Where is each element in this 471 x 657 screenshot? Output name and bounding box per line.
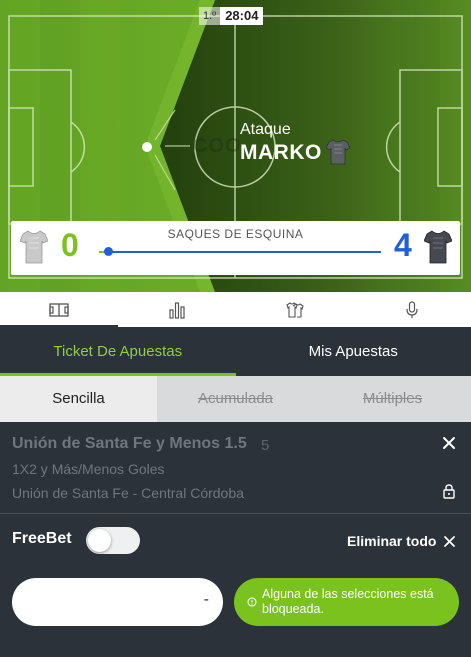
match-tracker: 1.º 28:04 COO Ataque MARKO 0 SAQUES DE E…	[0, 0, 471, 292]
ghost-team-text: COO	[193, 135, 242, 157]
remove-all-button[interactable]: Eliminar todo	[347, 533, 436, 549]
tab-commentary[interactable]	[353, 292, 471, 327]
tab-accumulator: Acumulada	[197, 390, 274, 407]
stat-bar-knob	[104, 247, 113, 256]
close-icon[interactable]	[443, 535, 456, 548]
pitch-icon	[49, 302, 69, 317]
stake-value: -	[203, 591, 209, 608]
selection-title: Unión de Santa Fe y Menos 1.5	[12, 435, 247, 452]
freebet-label: FreeBet	[12, 530, 72, 547]
ball-position-marker	[142, 142, 152, 152]
microphone-icon	[406, 300, 418, 318]
info-icon	[247, 597, 257, 607]
bet-type-tabs: Sencilla Acumulada Múltiples	[0, 376, 471, 422]
away-corners-value: 4	[394, 227, 412, 263]
tab-my-bets[interactable]: Mis Apuestas	[236, 327, 471, 376]
attack-label: Ataque	[240, 121, 291, 138]
away-shirt-icon	[326, 139, 350, 165]
tab-multiple: Múltiples	[362, 390, 423, 407]
locked-selection-warning: Alguna de las selecciones está bloqueada…	[234, 578, 459, 626]
away-stat-bar	[109, 251, 381, 253]
tab-single[interactable]: Sencilla	[0, 376, 157, 422]
freebet-toggle[interactable]	[86, 527, 140, 554]
remove-selection-close-icon[interactable]	[441, 435, 457, 451]
live-betting-screen: 1.º 28:04 COO Ataque MARKO 0 SAQUES DE E…	[0, 0, 471, 657]
match-period: 1.º	[199, 7, 221, 25]
corners-stat-card: 0 SAQUES DE ESQUINA 4	[11, 221, 460, 275]
toggle-knob	[88, 529, 111, 552]
tab-ticket[interactable]: Ticket De Apuestas	[0, 327, 236, 376]
bet-selection: Unión de Santa Fe y Menos 1.5 5 1X2 y Má…	[0, 422, 471, 514]
lock-icon	[443, 484, 455, 499]
warning-text: Alguna de las selecciones está bloqueada…	[262, 587, 434, 616]
tab-pitch[interactable]	[0, 292, 118, 327]
tracker-tabs	[0, 292, 471, 327]
away-shirt-icon	[424, 230, 452, 264]
selection-market: 1X2 y Más/Menos Goles	[12, 461, 165, 477]
attacking-team-name: MARKO	[240, 141, 322, 164]
tab-stats[interactable]	[118, 292, 236, 327]
stat-label: SAQUES DE ESQUINA	[167, 227, 304, 241]
selection-event: Unión de Santa Fe - Central Córdoba	[12, 485, 244, 501]
betslip-tabs: Ticket De Apuestas Mis Apuestas	[0, 327, 471, 376]
match-time: 28:04	[220, 7, 264, 25]
lineups-icon	[286, 301, 305, 318]
match-clock: 1.º 28:04	[199, 7, 264, 25]
stake-input[interactable]: -	[12, 578, 223, 626]
tab-lineups[interactable]	[236, 292, 354, 327]
stats-chart-icon	[169, 301, 185, 319]
selection-odds: 5	[261, 437, 270, 454]
